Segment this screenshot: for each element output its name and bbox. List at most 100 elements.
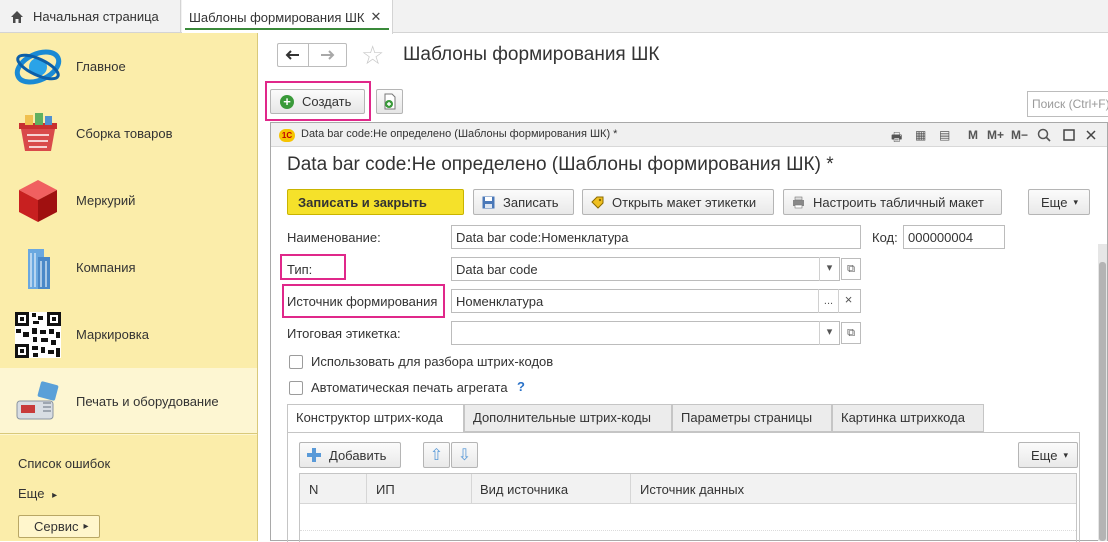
memory-m-button[interactable]: M xyxy=(968,128,978,142)
add-button[interactable]: Добавить xyxy=(299,442,401,468)
final-label-dropdown-button[interactable]: ▾ xyxy=(819,321,839,345)
use-for-parsing-label: Использовать для разбора штрих-кодов xyxy=(311,354,554,369)
page-title: Шаблоны формирования ШК xyxy=(403,44,660,65)
memory-minus-button[interactable]: M− xyxy=(1011,128,1028,142)
basket-icon xyxy=(19,112,57,151)
move-up-button[interactable]: ⇧ xyxy=(423,442,450,468)
sidebar-item-main[interactable]: Главное xyxy=(0,33,257,100)
column-separator xyxy=(471,474,472,504)
tag-icon xyxy=(591,196,604,209)
service-button[interactable]: Сервис ▸ xyxy=(18,515,100,538)
back-button[interactable] xyxy=(277,43,308,67)
cash-register-icon xyxy=(16,380,59,419)
arrow-right-icon: ▸ xyxy=(83,521,89,532)
open-label-template-button[interactable]: Открыть макет этикетки xyxy=(582,189,774,215)
chevron-down-icon: ▾ xyxy=(1073,196,1078,207)
setup-table-layout-button[interactable]: Настроить табличный макет xyxy=(783,189,1002,215)
arrow-right-icon: ▸ xyxy=(52,490,58,501)
sidebar-divider xyxy=(0,433,257,434)
type-value: Data bar code xyxy=(456,262,538,277)
tab-templates[interactable]: Шаблоны формирования ШК ✕ xyxy=(182,0,393,34)
column-separator xyxy=(366,474,367,504)
scrollbar-thumb[interactable] xyxy=(1099,262,1106,541)
sidebar-more-link[interactable]: Еще ▸ xyxy=(18,486,57,501)
arrow-down-icon: ⇩ xyxy=(457,447,472,464)
open-label-template-label: Открыть макет этикетки xyxy=(612,194,757,210)
source-select-button[interactable]: ... xyxy=(818,289,838,313)
type-field[interactable]: Data bar code xyxy=(451,257,840,281)
tab-barcode-constructor[interactable]: Конструктор штрих-кода xyxy=(287,404,464,433)
close-window-icon[interactable] xyxy=(1085,129,1097,141)
window-title: Data bar code:Не определено (Шаблоны фор… xyxy=(301,128,618,140)
help-icon[interactable]: ? xyxy=(517,379,525,394)
final-label-field[interactable] xyxy=(451,321,840,345)
move-down-button[interactable]: ⇩ xyxy=(451,442,478,468)
type-open-button[interactable]: ⧉ xyxy=(841,258,861,280)
copy-button[interactable] xyxy=(376,89,403,114)
final-label-open-button[interactable]: ⧉ xyxy=(841,322,861,344)
table-header: N ИП Вид источника Источник данных xyxy=(300,474,1076,504)
more-label: Еще xyxy=(1041,194,1068,210)
sidebar-item-label: Сборка товаров xyxy=(76,126,173,141)
setup-table-layout-label: Настроить табличный макет xyxy=(813,194,984,210)
copy-doc-icon xyxy=(384,93,396,110)
zoom-icon[interactable] xyxy=(1037,128,1051,142)
calculator-icon[interactable]: ▦ xyxy=(915,128,926,142)
sidebar-item-marking[interactable]: Маркировка xyxy=(0,301,257,368)
sidebar-item-mercury[interactable]: Меркурий xyxy=(0,167,257,234)
arrow-up-icon: ⇧ xyxy=(429,447,444,464)
save-and-close-button[interactable]: Записать и закрыть xyxy=(287,189,464,215)
table-row[interactable] xyxy=(300,505,1076,531)
auto-print-checkbox[interactable] xyxy=(289,381,303,395)
forward-button[interactable] xyxy=(308,43,347,67)
save-button[interactable]: Записать xyxy=(473,189,574,215)
tab-templates-label: Шаблоны формирования ШК xyxy=(189,9,365,25)
maximize-icon[interactable] xyxy=(1063,129,1075,141)
sidebar-item-company[interactable]: Компания xyxy=(0,234,257,301)
sidebar: Главное Сборка товаров Меркурий Компания xyxy=(0,33,258,541)
floppy-icon xyxy=(482,196,495,208)
errors-list-link[interactable]: Список ошибок xyxy=(18,456,110,471)
tab-page-params[interactable]: Параметры страницы xyxy=(672,404,832,432)
sidebar-item-assembly[interactable]: Сборка товаров xyxy=(0,100,257,167)
sidebar-item-print-equipment[interactable]: Печать и оборудование xyxy=(0,368,257,435)
name-label: Наименование: xyxy=(287,230,381,245)
window-titlebar: 1С Data bar code:Не определено (Шаблоны … xyxy=(271,123,1107,147)
name-field[interactable]: Data bar code:Номенклатура xyxy=(451,225,861,249)
record-window: 1С Data bar code:Не определено (Шаблоны … xyxy=(270,122,1108,542)
source-clear-button[interactable]: × xyxy=(838,289,858,313)
tab-additional-barcodes[interactable]: Дополнительные штрих-коды xyxy=(464,404,672,432)
tab-barcode-image[interactable]: Картинка штрихкода xyxy=(832,404,984,432)
red-cube-icon xyxy=(19,179,57,222)
column-header-ip[interactable]: ИП xyxy=(376,482,395,497)
close-icon[interactable]: ✕ xyxy=(371,9,382,25)
tab-home[interactable]: Начальная страница xyxy=(0,0,181,33)
globe-icon xyxy=(14,48,62,85)
active-tab-underline xyxy=(185,28,389,30)
printer-icon[interactable]: 🖶 xyxy=(891,128,902,149)
code-field[interactable]: 000000004 xyxy=(903,225,1005,249)
favorite-star-icon[interactable]: ☆ xyxy=(361,42,384,68)
sidebar-item-label: Компания xyxy=(76,260,136,275)
source-field[interactable]: Номенклатура xyxy=(451,289,861,313)
sidebar-item-label: Меркурий xyxy=(76,193,136,208)
column-header-source-kind[interactable]: Вид источника xyxy=(480,482,568,497)
sidebar-item-label: Маркировка xyxy=(76,327,149,342)
column-header-data-source[interactable]: Источник данных xyxy=(640,482,744,497)
type-dropdown-button[interactable]: ▾ xyxy=(819,257,839,281)
table-more-button[interactable]: Еще ▾ xyxy=(1018,442,1078,468)
more-actions-button[interactable]: Еще ▾ xyxy=(1028,189,1090,215)
use-for-parsing-checkbox[interactable] xyxy=(289,355,303,369)
arrow-right-icon xyxy=(321,50,335,60)
sidebar-more-label: Еще xyxy=(18,486,45,501)
column-header-n[interactable]: N xyxy=(309,482,318,497)
memory-plus-button[interactable]: M+ xyxy=(987,128,1004,142)
column-separator xyxy=(630,474,631,504)
chevron-down-icon: ▾ xyxy=(1063,449,1068,460)
save-and-close-label: Записать и закрыть xyxy=(298,194,427,210)
search-input[interactable]: Поиск (Ctrl+F) xyxy=(1027,91,1108,117)
sidebar-item-label: Главное xyxy=(76,59,126,74)
plus-icon xyxy=(307,448,321,462)
calendar-icon[interactable]: ▤ xyxy=(939,128,950,142)
add-label: Добавить xyxy=(329,447,387,463)
